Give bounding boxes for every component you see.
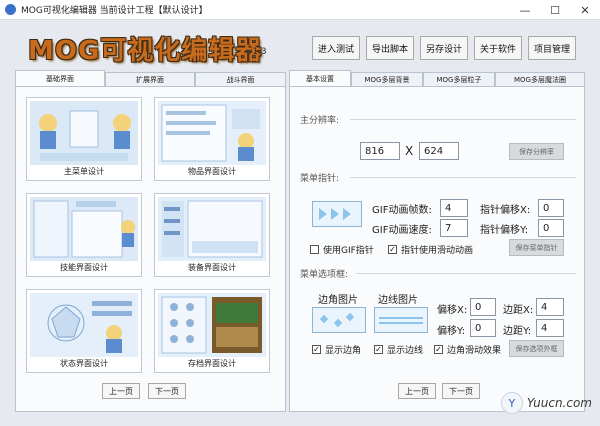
thumbnail-caption: 装备界面设计 [188, 263, 236, 272]
show-border-checkbox[interactable]: ✓ 显示边线 [374, 343, 423, 356]
app-logo: MOG可视化编辑器 [28, 36, 263, 66]
frame-offset-x-label: 偏移X: [437, 305, 468, 316]
checkbox-box [310, 245, 319, 254]
tab-basic-ui[interactable]: 基础界面 [15, 70, 105, 86]
thumbnail-save-menu[interactable]: 存档界面设计 [154, 289, 270, 373]
pointer-offset-x-input[interactable]: 0 [538, 199, 564, 217]
section-divider [350, 177, 576, 178]
checkbox-label: 显示边角 [325, 346, 362, 356]
tab-mog-layer-particles[interactable]: MOG多层粒子 [423, 72, 495, 86]
pointer-offset-y-label: 指针偏移Y: [480, 225, 529, 236]
frame-offset-y-input[interactable]: 0 [470, 319, 496, 337]
save-resolution-button[interactable]: 保存分辨率 [509, 143, 564, 160]
close-button[interactable]: ✕ [570, 0, 600, 20]
checkmark-icon: ✓ [434, 344, 443, 354]
gif-frames-label: GIF动画帧数: [372, 205, 432, 216]
thumbnail-skill-menu[interactable]: 技能界面设计 [26, 193, 142, 277]
version-label: v1.3 [247, 47, 267, 57]
tab-mog-layer-magic-circle[interactable]: MOG多层魔法圈 [495, 72, 585, 86]
thumbnail-caption: 主菜单设计 [64, 167, 104, 176]
tab-basic-settings[interactable]: 基本设置 [289, 70, 351, 86]
right-tab-bar: 基本设置 MOG多层背景 MOG多层粒子 MOG多层魔法圈 [289, 70, 585, 86]
pointer-section-label: 菜单指针: [300, 174, 340, 184]
show-corner-checkbox[interactable]: ✓ 显示边角 [312, 343, 361, 356]
frame-margin-x-label: 边距X: [503, 305, 534, 316]
thumbnail-main-menu[interactable]: 主菜单设计 [26, 97, 142, 181]
tab-extended-ui[interactable]: 扩展界面 [105, 72, 195, 86]
status-menu-preview-image [30, 293, 138, 357]
frame-margin-y-input[interactable]: 4 [536, 319, 564, 337]
app-header: MOG可视化编辑器 v1.3 进入测试 导出脚本 另存设计 关于软件 项目管理 [0, 20, 600, 68]
thumbnail-caption: 物品界面设计 [188, 167, 236, 176]
corner-image-label: 边角图片 [318, 295, 358, 306]
gif-frames-input[interactable]: 4 [440, 199, 468, 217]
right-next-page-button[interactable]: 下一页 [442, 383, 480, 399]
checkmark-icon: ✓ [312, 344, 321, 354]
thumbnail-status-menu[interactable]: 状态界面设计 [26, 289, 142, 373]
save-menu-preview-image [158, 293, 266, 357]
left-prev-page-button[interactable]: 上一页 [102, 383, 140, 399]
equip-menu-preview-image [158, 197, 266, 261]
border-image-preview[interactable] [374, 307, 428, 333]
save-frame-button[interactable]: 保存选项外框 [509, 340, 564, 357]
frame-margin-x-input[interactable]: 4 [536, 298, 564, 316]
frame-section-label: 菜单选项框: [300, 270, 349, 280]
right-prev-page-button[interactable]: 上一页 [398, 383, 436, 399]
resolution-section-label: 主分辨率: [300, 116, 340, 126]
pointer-offset-x-label: 指针偏移X: [480, 205, 531, 216]
resolution-height-input[interactable]: 624 [419, 142, 459, 160]
minimize-button[interactable]: — [510, 0, 540, 20]
gif-speed-input[interactable]: 7 [440, 219, 468, 237]
corner-slide-effect-checkbox[interactable]: ✓ 边角滑动效果 [434, 343, 501, 356]
checkbox-label: 显示边线 [387, 346, 424, 356]
enter-test-button[interactable]: 进入测试 [312, 36, 360, 60]
resolution-x-label: X [405, 144, 414, 158]
pointer-offset-y-input[interactable]: 0 [538, 219, 564, 237]
frame-margin-y-label: 边距Y: [503, 326, 532, 337]
checkmark-icon: ✓ [388, 244, 397, 254]
thumbnail-item-menu[interactable]: 物品界面设计 [154, 97, 270, 181]
watermark-logo-icon: Y [500, 392, 523, 414]
watermark: Y Yuucn.com [500, 392, 592, 414]
thumbnail-equip-menu[interactable]: 装备界面设计 [154, 193, 270, 277]
app-icon [5, 4, 16, 15]
use-gif-pointer-checkbox[interactable]: 使用GIF指针 [310, 243, 374, 256]
thumbnail-caption: 状态界面设计 [60, 359, 108, 368]
tab-battle-ui[interactable]: 战斗界面 [195, 72, 286, 86]
section-divider [350, 119, 576, 120]
left-tab-bar: 基础界面 扩展界面 战斗界面 [15, 70, 286, 86]
about-button[interactable]: 关于软件 [474, 36, 522, 60]
border-image-label: 边线图片 [378, 295, 418, 306]
left-next-page-button[interactable]: 下一页 [148, 383, 186, 399]
checkbox-label: 指针使用滑动动画 [401, 246, 474, 256]
maximize-button[interactable]: ☐ [540, 0, 570, 20]
main-menu-preview-image [30, 101, 138, 165]
watermark-text: Yuucn.com [526, 396, 592, 410]
frame-offset-x-input[interactable]: 0 [470, 298, 496, 316]
save-pointer-button[interactable]: 保存菜单指针 [509, 239, 564, 256]
pointer-preview-image [312, 201, 362, 227]
project-manage-button[interactable]: 项目管理 [528, 36, 576, 60]
frame-offset-y-label: 偏移Y: [437, 326, 466, 337]
save-as-button[interactable]: 另存设计 [420, 36, 468, 60]
checkbox-label: 使用GIF指针 [323, 246, 374, 256]
export-script-button[interactable]: 导出脚本 [366, 36, 414, 60]
gif-speed-label: GIF动画速度: [372, 225, 432, 236]
thumbnail-caption: 技能界面设计 [60, 263, 108, 272]
title-bar: MOG可视化编辑器 当前设计工程【默认设计】 — ☐ ✕ [0, 0, 600, 20]
checkmark-icon: ✓ [374, 344, 383, 354]
window-title: MOG可视化编辑器 当前设计工程【默认设计】 [21, 6, 208, 16]
section-divider [356, 273, 576, 274]
thumbnail-caption: 存档界面设计 [188, 359, 236, 368]
skill-menu-preview-image [30, 197, 138, 261]
item-menu-preview-image [158, 101, 266, 165]
window-controls: — ☐ ✕ [510, 0, 600, 20]
resolution-width-input[interactable]: 816 [360, 142, 400, 160]
pointer-slide-animation-checkbox[interactable]: ✓ 指针使用滑动动画 [388, 243, 473, 256]
checkbox-label: 边角滑动效果 [447, 346, 502, 356]
left-panel: 主菜单设计 物品界面设计 技能界面设计 装备界面设计 状态界面设计 存档界面设计… [15, 86, 286, 412]
tab-mog-layer-background[interactable]: MOG多层背景 [351, 72, 423, 86]
right-panel: 主分辨率: 816 X 624 保存分辨率 菜单指针: GIF动画帧数: 4 G… [289, 86, 585, 412]
corner-image-preview[interactable] [312, 307, 366, 333]
